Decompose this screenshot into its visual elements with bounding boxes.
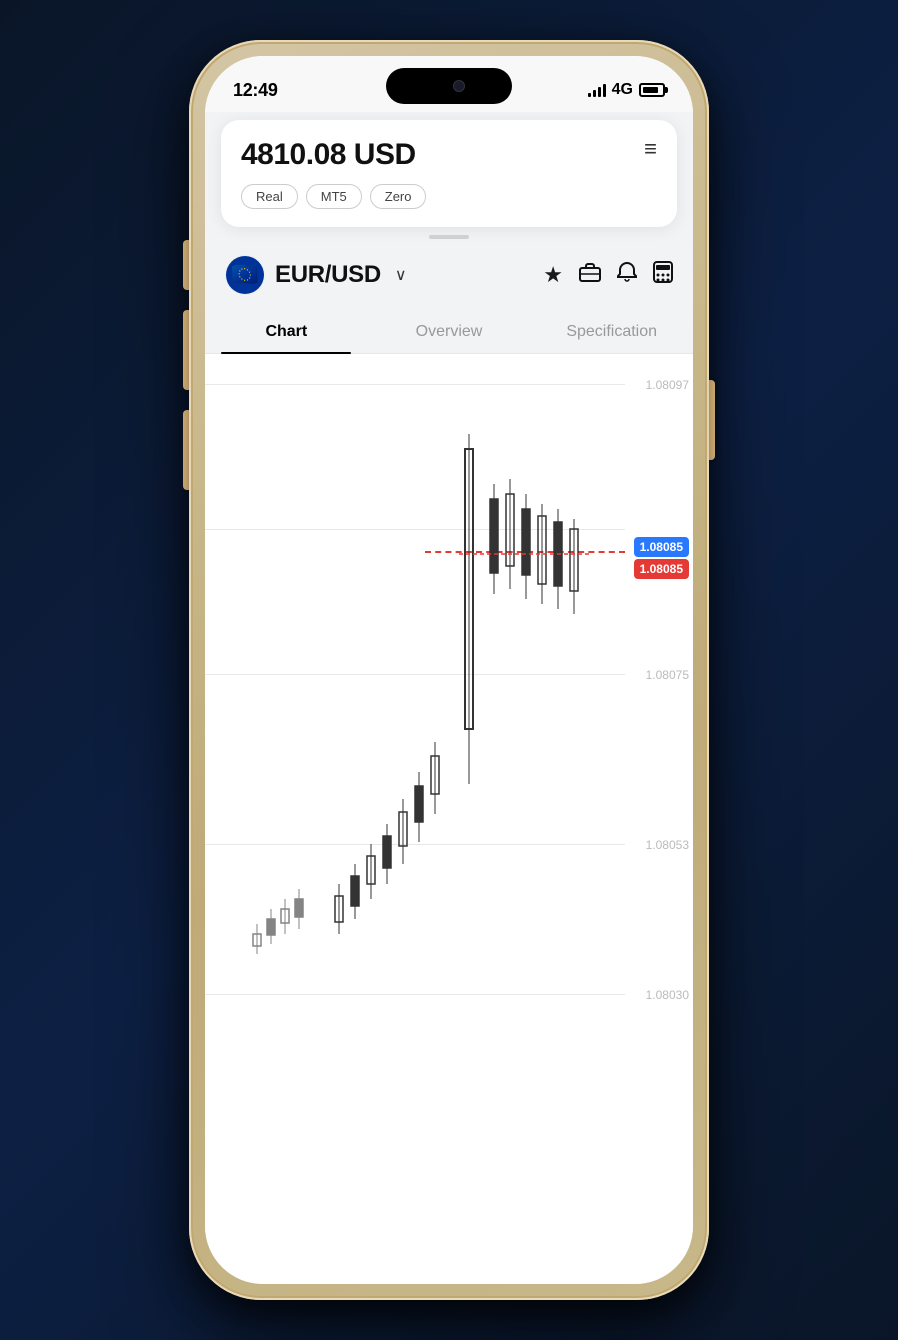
status-bar: 12:49 4G <box>205 56 693 112</box>
bell-icon[interactable] <box>617 261 637 289</box>
status-time: 12:49 <box>233 80 278 101</box>
side-button-vol-down <box>183 410 189 490</box>
signal-bar-1 <box>588 93 591 97</box>
eu-flag: 🇪🇺 <box>226 256 264 294</box>
account-info: 4810.08 USD Real MT5 Zero <box>241 138 426 209</box>
account-amount: 4810.08 USD <box>241 138 426 172</box>
phone-body: 12:49 4G <box>189 40 709 1300</box>
tab-overview[interactable]: Overview <box>368 311 531 353</box>
instrument-left[interactable]: 🇪🇺 EUR/USD ∨ <box>225 255 407 295</box>
instrument-actions: ★ <box>543 261 673 289</box>
account-tags: Real MT5 Zero <box>241 184 426 209</box>
dynamic-island <box>386 68 512 104</box>
chevron-down-icon[interactable]: ∨ <box>395 265 407 285</box>
ask-price-badge: 1.08085 <box>634 559 689 579</box>
signal-bar-3 <box>598 87 601 97</box>
briefcase-icon[interactable] <box>579 262 601 288</box>
calculator-icon[interactable] <box>653 261 673 289</box>
tab-bar: Chart Overview Specification <box>205 311 693 354</box>
tab-specification[interactable]: Specification <box>530 311 693 353</box>
phone-wrapper: 12:49 4G <box>189 40 709 1300</box>
price-label-top: 1.08097 <box>646 376 689 394</box>
price-label-bottom: 1.08030 <box>646 986 689 1004</box>
candlestick-chart <box>205 354 693 1034</box>
tag-mt5[interactable]: MT5 <box>306 184 362 209</box>
battery-icon <box>639 83 665 97</box>
screen-content: 12:49 4G <box>205 56 693 1284</box>
network-type: 4G <box>612 81 633 99</box>
currency-flag: 🇪🇺 <box>225 255 265 295</box>
chart-svg-container: 1.08097 1.08085 1.08085 1.08075 <box>205 354 693 1034</box>
price-label-lower: 1.08053 <box>646 836 689 854</box>
hamburger-menu[interactable]: ≡ <box>644 138 657 160</box>
phone-screen: 12:49 4G <box>205 56 693 1284</box>
battery-fill <box>643 87 658 93</box>
account-card[interactable]: 4810.08 USD Real MT5 Zero ≡ <box>221 120 677 227</box>
side-button-mute <box>183 240 189 290</box>
price-label-mid: 1.08075 <box>646 666 689 684</box>
status-right-icons: 4G <box>588 81 665 99</box>
signal-bar-2 <box>593 90 596 97</box>
favorite-icon[interactable]: ★ <box>543 262 563 288</box>
side-button-power <box>709 380 715 460</box>
bid-price-badge: 1.08085 <box>634 537 689 557</box>
price-badge-container: 1.08085 1.08085 <box>634 537 689 579</box>
chart-section: 1.08097 1.08085 1.08085 1.08075 <box>205 354 693 1284</box>
instrument-header: 🇪🇺 EUR/USD ∨ ★ <box>205 239 693 295</box>
signal-bar-4 <box>603 84 606 97</box>
signal-bars <box>588 83 606 97</box>
tag-real[interactable]: Real <box>241 184 298 209</box>
camera-dot <box>453 80 465 92</box>
tag-zero[interactable]: Zero <box>370 184 427 209</box>
instrument-name: EUR/USD <box>275 261 381 289</box>
tab-chart[interactable]: Chart <box>205 311 368 353</box>
top-section: 4810.08 USD Real MT5 Zero ≡ <box>205 112 693 354</box>
side-button-vol-up <box>183 310 189 390</box>
